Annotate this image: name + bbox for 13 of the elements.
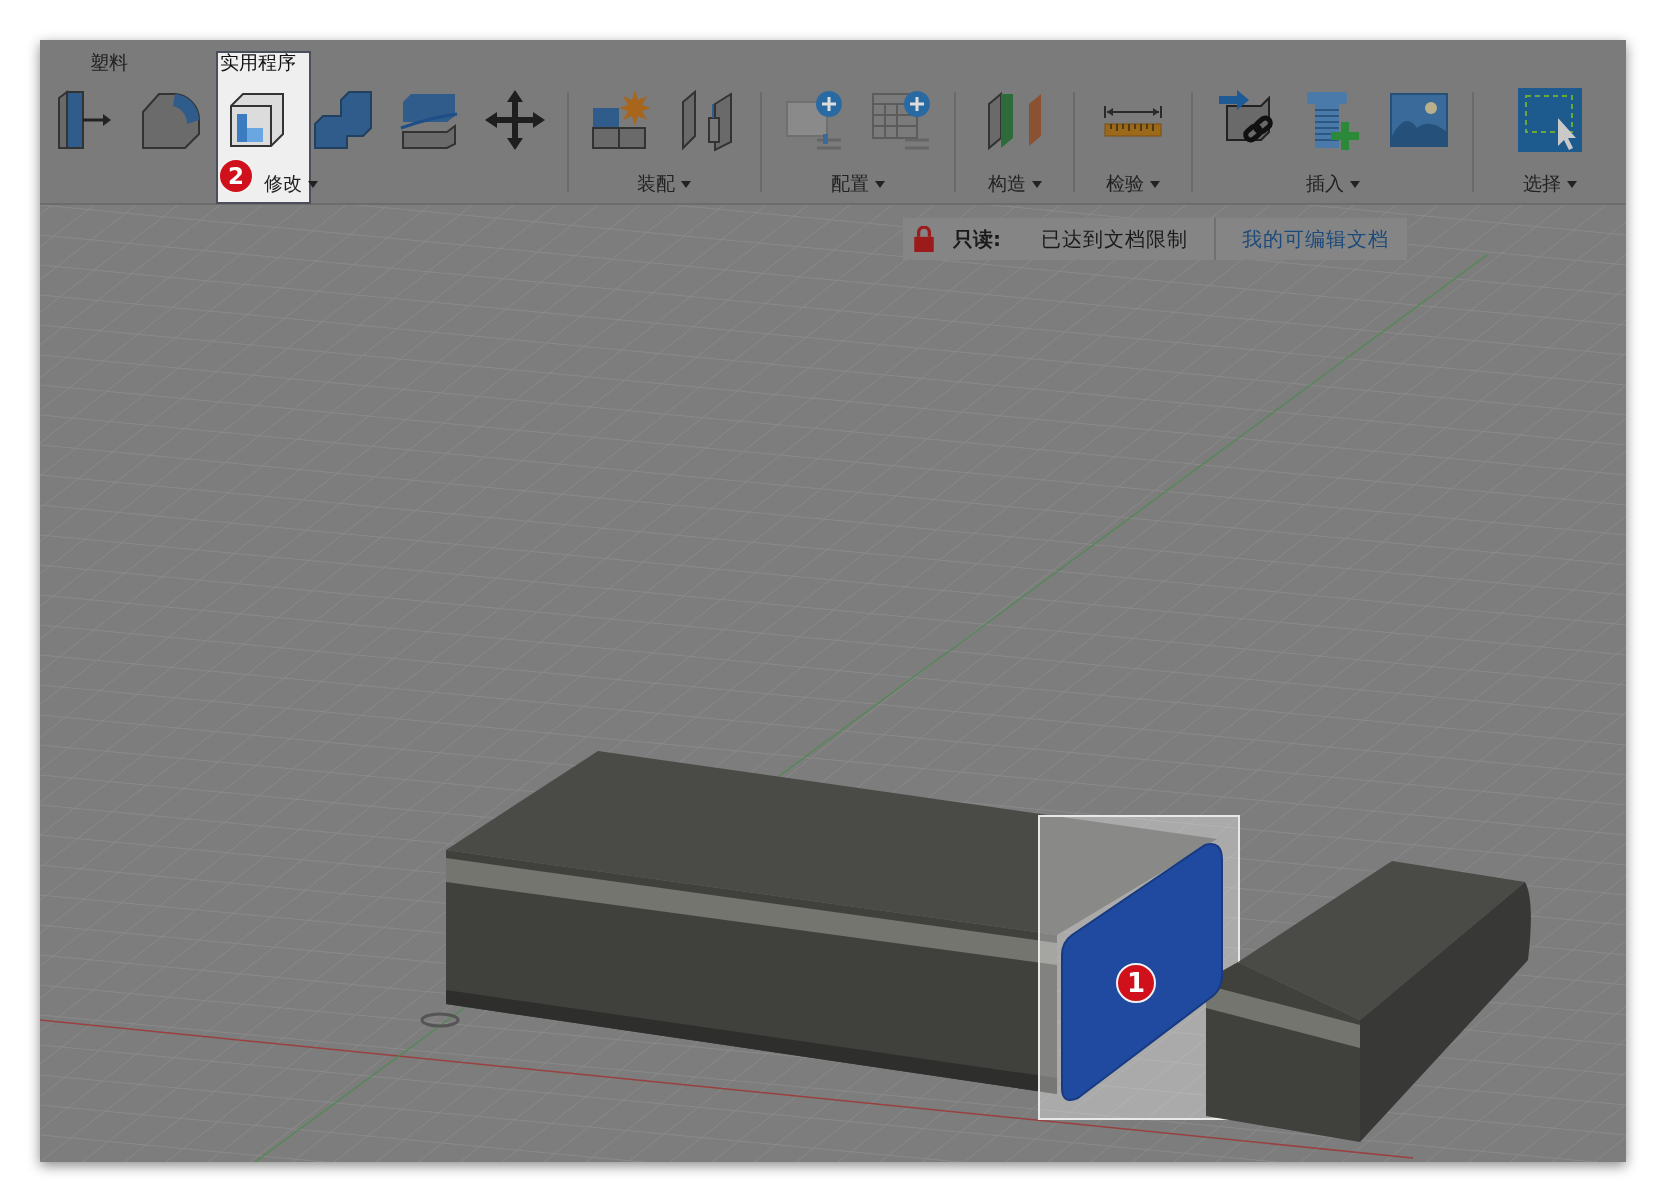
group-menu-button[interactable]: 构造	[985, 165, 1044, 203]
group-menu-button[interactable]: 配置	[828, 165, 887, 203]
editable-docs-link[interactable]: 我的可编辑文档	[1242, 225, 1389, 253]
group-menu-button[interactable]: 选择	[1521, 165, 1580, 203]
lock-icon	[913, 226, 935, 252]
ribbon-tab[interactable]: 实用程序	[220, 50, 296, 74]
group-menu-button[interactable]: 装配	[635, 165, 694, 203]
group-menu-button[interactable]: 插入	[1303, 165, 1362, 203]
readonly-label: 只读:	[953, 225, 1001, 253]
ribbon-tab[interactable]: 塑料	[90, 50, 220, 74]
group-menu-button[interactable]: 检验	[1104, 165, 1163, 203]
limit-message: 已达到文档限制	[1041, 225, 1188, 253]
group-menu-button[interactable]: 修改	[262, 165, 320, 203]
